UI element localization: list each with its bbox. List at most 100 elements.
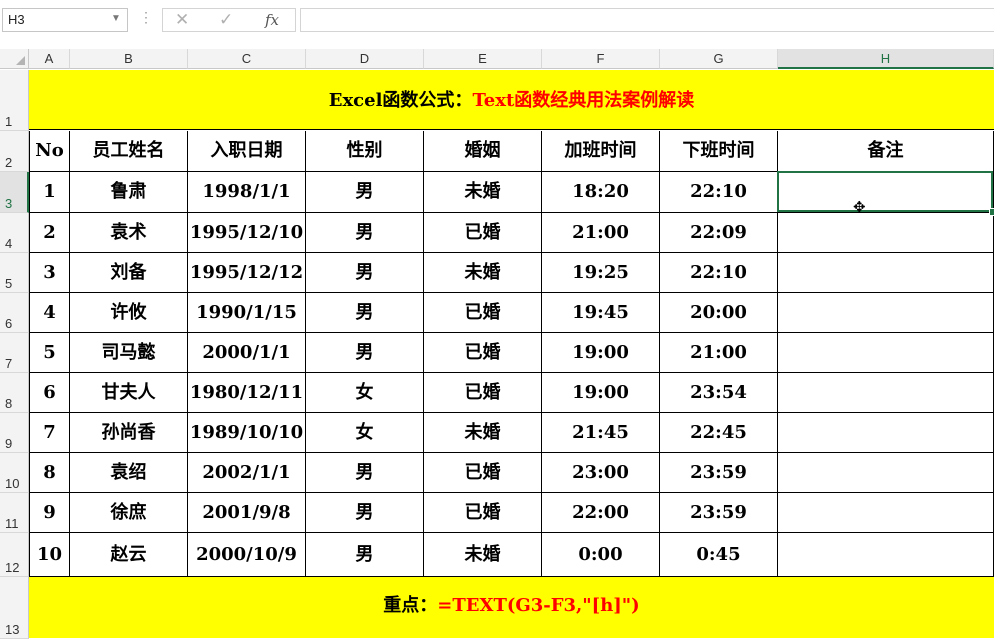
table-cell[interactable]: 19:00: [542, 373, 660, 413]
table-cell[interactable]: 1980/12/11: [188, 373, 306, 413]
column-header-c[interactable]: C: [188, 49, 306, 69]
table-cell[interactable]: 7: [29, 413, 70, 453]
select-all-button[interactable]: [0, 49, 29, 69]
table-cell[interactable]: 未婚: [424, 413, 542, 453]
table-cell[interactable]: 孙尚香: [70, 413, 188, 453]
footer-banner[interactable]: 重点：=TEXT(G3-F3,"[h]"): [29, 577, 994, 638]
table-cell[interactable]: 刘备: [70, 253, 188, 293]
table-cell[interactable]: 9: [29, 493, 70, 533]
table-cell[interactable]: 0:00: [542, 533, 660, 577]
insert-function-icon[interactable]: fx: [265, 11, 279, 29]
column-header-e[interactable]: E: [424, 49, 542, 69]
table-cell[interactable]: 23:54: [660, 373, 778, 413]
row-header-3[interactable]: 3: [0, 172, 29, 213]
row-header-4[interactable]: 4: [0, 213, 29, 253]
table-cell[interactable]: 司马懿: [70, 333, 188, 373]
table-cell[interactable]: 男: [306, 172, 424, 213]
table-cell[interactable]: 袁术: [70, 213, 188, 253]
table-cell[interactable]: 1: [29, 172, 70, 213]
table-cell[interactable]: 22:00: [542, 493, 660, 533]
table-cell[interactable]: 6: [29, 373, 70, 413]
row-header-8[interactable]: 8: [0, 373, 29, 413]
table-cell[interactable]: 鲁肃: [70, 172, 188, 213]
table-header-cell[interactable]: 性别: [306, 131, 424, 172]
table-cell[interactable]: 10: [29, 533, 70, 577]
table-cell[interactable]: 徐庶: [70, 493, 188, 533]
table-cell[interactable]: 1990/1/15: [188, 293, 306, 333]
table-header-cell[interactable]: 加班时间: [542, 131, 660, 172]
title-banner[interactable]: Excel函数公式：Text函数经典用法案例解读: [29, 70, 994, 130]
row-header-10[interactable]: 10: [0, 453, 29, 493]
table-cell[interactable]: 19:45: [542, 293, 660, 333]
table-cell[interactable]: 已婚: [424, 493, 542, 533]
table-cell[interactable]: 2000/10/9: [188, 533, 306, 577]
table-cell[interactable]: [778, 533, 994, 577]
table-cell[interactable]: [778, 213, 994, 253]
table-cell[interactable]: 袁绍: [70, 453, 188, 493]
table-header-cell[interactable]: 下班时间: [660, 131, 778, 172]
table-cell[interactable]: 1995/12/10: [188, 213, 306, 253]
table-cell[interactable]: 甘夫人: [70, 373, 188, 413]
table-cell[interactable]: [778, 293, 994, 333]
column-header-a[interactable]: A: [29, 49, 70, 69]
row-header-13[interactable]: 13: [0, 577, 29, 639]
row-header-2[interactable]: 2: [0, 131, 29, 172]
table-cell[interactable]: 2001/9/8: [188, 493, 306, 533]
table-cell[interactable]: 已婚: [424, 213, 542, 253]
table-header-cell[interactable]: 备注: [778, 131, 994, 172]
table-cell[interactable]: 男: [306, 493, 424, 533]
table-cell[interactable]: 18:20: [542, 172, 660, 213]
table-cell[interactable]: 4: [29, 293, 70, 333]
table-cell[interactable]: 22:09: [660, 213, 778, 253]
drag-handle-icon[interactable]: ⋮: [139, 9, 153, 26]
table-header-cell[interactable]: No: [29, 131, 70, 172]
row-header-1[interactable]: 1: [0, 70, 29, 131]
table-cell[interactable]: 男: [306, 253, 424, 293]
row-header-9[interactable]: 9: [0, 413, 29, 453]
table-cell[interactable]: 未婚: [424, 253, 542, 293]
table-cell[interactable]: [778, 373, 994, 413]
column-header-b[interactable]: B: [70, 49, 188, 69]
table-cell[interactable]: 23:00: [542, 453, 660, 493]
row-header-5[interactable]: 5: [0, 253, 29, 293]
table-cell[interactable]: 22:10: [660, 253, 778, 293]
table-cell[interactable]: 男: [306, 293, 424, 333]
table-cell[interactable]: [778, 453, 994, 493]
column-header-d[interactable]: D: [306, 49, 424, 69]
row-header-12[interactable]: 12: [0, 533, 29, 577]
row-header-6[interactable]: 6: [0, 293, 29, 333]
table-cell[interactable]: 许攸: [70, 293, 188, 333]
name-box[interactable]: H3 ▼: [2, 8, 128, 32]
table-cell[interactable]: 23:59: [660, 493, 778, 533]
row-header-11[interactable]: 11: [0, 493, 29, 533]
table-cell[interactable]: [778, 253, 994, 293]
table-cell[interactable]: 男: [306, 453, 424, 493]
table-cell[interactable]: 1995/12/12: [188, 253, 306, 293]
row-header-7[interactable]: 7: [0, 333, 29, 373]
table-header-cell[interactable]: 婚姻: [424, 131, 542, 172]
table-cell[interactable]: 女: [306, 413, 424, 453]
table-cell[interactable]: [778, 493, 994, 533]
chevron-down-icon[interactable]: ▼: [111, 13, 121, 24]
table-cell[interactable]: 3: [29, 253, 70, 293]
table-cell[interactable]: 23:59: [660, 453, 778, 493]
table-cell[interactable]: [778, 333, 994, 373]
table-cell[interactable]: 19:00: [542, 333, 660, 373]
column-header-h[interactable]: H: [778, 49, 994, 69]
table-cell[interactable]: 已婚: [424, 293, 542, 333]
table-cell[interactable]: 1989/10/10: [188, 413, 306, 453]
table-cell[interactable]: 男: [306, 533, 424, 577]
table-cell[interactable]: 已婚: [424, 453, 542, 493]
table-cell[interactable]: 0:45: [660, 533, 778, 577]
table-cell[interactable]: 2000/1/1: [188, 333, 306, 373]
table-cell[interactable]: 女: [306, 373, 424, 413]
table-cell[interactable]: 2002/1/1: [188, 453, 306, 493]
table-cell[interactable]: 男: [306, 213, 424, 253]
table-cell[interactable]: 5: [29, 333, 70, 373]
formula-input[interactable]: [300, 8, 994, 32]
cancel-icon[interactable]: ✕: [175, 10, 189, 30]
table-cell[interactable]: 21:00: [660, 333, 778, 373]
column-header-f[interactable]: F: [542, 49, 660, 69]
table-cell[interactable]: 21:45: [542, 413, 660, 453]
table-cell[interactable]: 8: [29, 453, 70, 493]
